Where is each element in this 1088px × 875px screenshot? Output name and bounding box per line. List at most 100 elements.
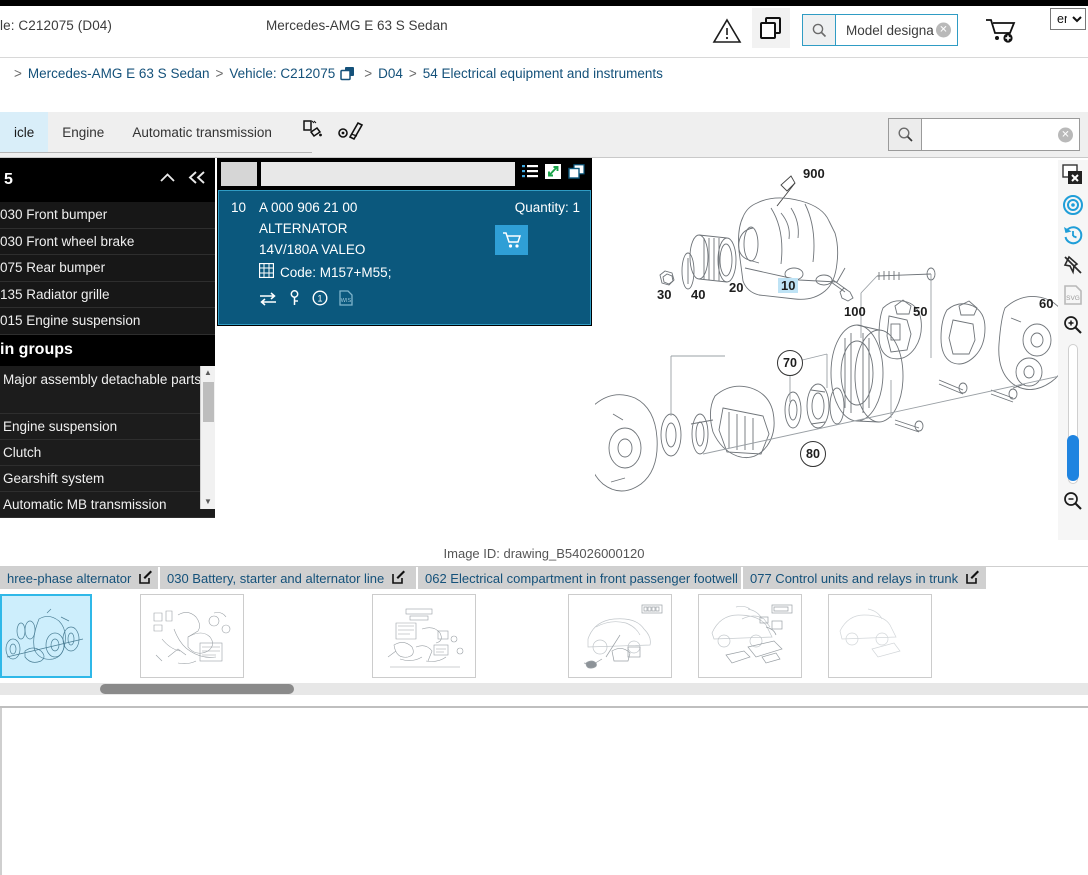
zoom-slider-knob[interactable] xyxy=(1067,435,1079,481)
sidebar-group-0[interactable]: Major assembly detachable parts xyxy=(0,365,215,414)
sidebar-group-1[interactable]: Engine suspension xyxy=(0,413,215,440)
sidebar-group-2[interactable]: Clutch xyxy=(0,439,215,466)
scrollbar-thumb[interactable] xyxy=(203,381,214,422)
model-search-box[interactable]: ✕ xyxy=(802,14,958,46)
thumbnail-cell-0[interactable] xyxy=(0,593,92,679)
model-search-field-wrap: ✕ xyxy=(836,15,957,45)
tab-engine[interactable]: Engine xyxy=(48,112,118,152)
search-icon[interactable] xyxy=(803,15,836,45)
card-toolbar-field[interactable] xyxy=(261,162,515,186)
parts-search-field-wrap: ✕ xyxy=(922,119,1079,150)
diagram-label-60[interactable]: 60 xyxy=(1039,296,1053,311)
key-icon[interactable] xyxy=(288,290,301,311)
diagram-callout-70[interactable]: 70 xyxy=(777,350,803,376)
thumbnail-cell-3[interactable] xyxy=(555,593,685,679)
target-focus-icon[interactable] xyxy=(1060,190,1086,220)
exploded-diagram[interactable]: 900 20 30 40 100 50 60 10 70 80 xyxy=(595,158,1088,553)
list-view-icon[interactable] xyxy=(522,164,538,184)
thumbnail-scrollbar-thumb[interactable] xyxy=(100,684,294,694)
thumb-control-units-trunk-2[interactable] xyxy=(698,594,802,678)
assembly-sidebar: 5 030 Front bumper 030 Front wheel brake… xyxy=(0,158,215,518)
thumbnail-scrollbar[interactable] xyxy=(0,683,1088,695)
parts-search-box[interactable]: ✕ xyxy=(888,118,1080,151)
paint-can-icon[interactable] xyxy=(300,119,324,146)
tab-vehicle-label: icle xyxy=(14,124,35,140)
add-to-cart-button[interactable] xyxy=(495,225,528,255)
zoom-in-icon[interactable] xyxy=(1060,310,1086,340)
thumb-three-phase-alternator[interactable] xyxy=(0,594,92,678)
thumbnail-cell-5[interactable] xyxy=(815,593,945,679)
tab-automatic-transmission[interactable]: Automatic transmission xyxy=(118,112,286,152)
edit-icon[interactable] xyxy=(139,570,153,587)
breadcrumb-item-1[interactable]: Vehicle: C212075 xyxy=(229,66,335,81)
circle-one-icon[interactable]: 1 xyxy=(312,290,328,311)
zoom-out-icon[interactable] xyxy=(1060,486,1086,516)
zoom-slider[interactable] xyxy=(1067,344,1079,484)
edit-icon[interactable] xyxy=(392,570,406,587)
breadcrumb-item-0[interactable]: Mercedes-AMG E 63 S Sedan xyxy=(28,66,210,81)
card-toolbar-box[interactable] xyxy=(221,162,257,186)
cart-add-icon[interactable] xyxy=(984,16,1018,44)
scroll-up-arrow-icon[interactable]: ▲ xyxy=(201,366,215,380)
warning-triangle-icon[interactable] xyxy=(712,18,742,44)
diagram-label-30[interactable]: 30 xyxy=(657,287,671,302)
unpin-icon[interactable] xyxy=(1060,250,1086,280)
diagram-label-10-selected[interactable]: 10 xyxy=(778,278,799,293)
strip-tab-2[interactable]: 062 Electrical compartment in front pass… xyxy=(418,567,759,589)
thumb-control-units-trunk-1[interactable] xyxy=(568,594,672,678)
thumbnail-cell-4[interactable] xyxy=(685,593,815,679)
part-number: A 000 906 21 00 xyxy=(259,200,358,215)
strip-tab-3[interactable]: 077 Control units and relays in trunk xyxy=(743,567,988,589)
thumb-control-units-trunk-3[interactable] xyxy=(828,594,932,678)
diagram-drawing[interactable] xyxy=(595,158,1088,553)
diagram-label-50[interactable]: 50 xyxy=(913,304,927,319)
strip-tab-1[interactable]: 030 Battery, starter and alternator line xyxy=(160,567,418,589)
sidebar-group-4[interactable]: Automatic MB transmission xyxy=(0,491,215,518)
copy-icon[interactable] xyxy=(568,164,585,184)
search-icon[interactable] xyxy=(889,119,922,150)
scroll-down-arrow-icon[interactable]: ▼ xyxy=(201,495,215,509)
history-reset-icon[interactable] xyxy=(1060,220,1086,250)
sidebar-groups-title: in groups xyxy=(0,334,215,366)
breadcrumb: > Mercedes-AMG E 63 S Sedan > Vehicle: C… xyxy=(8,66,663,81)
thumbnail-cell-1[interactable] xyxy=(92,593,292,679)
strip-tab-0[interactable]: hree-phase alternator xyxy=(0,567,160,589)
diagram-label-40[interactable]: 40 xyxy=(691,287,705,302)
thumb-battery-starter-line[interactable] xyxy=(140,594,244,678)
thumb-electrical-compartment[interactable] xyxy=(371,594,476,678)
expand-icon[interactable] xyxy=(545,164,562,184)
exchange-arrows-icon[interactable] xyxy=(259,291,277,311)
parts-search-input[interactable] xyxy=(930,126,1079,143)
diagram-label-20[interactable]: 20 xyxy=(729,280,743,295)
language-select[interactable]: en xyxy=(1050,8,1086,30)
copy-button[interactable] xyxy=(752,8,790,48)
diagram-label-100[interactable]: 100 xyxy=(844,304,866,319)
tab-vehicle[interactable]: icle xyxy=(0,112,49,152)
sidebar-item-1[interactable]: 030 Front wheel brake xyxy=(0,229,215,255)
wis-document-icon[interactable]: WIS xyxy=(339,290,353,311)
part-code-row: Code: M157+M55; xyxy=(258,262,580,281)
chevron-up-icon[interactable] xyxy=(159,171,176,190)
breadcrumb-item-2[interactable]: D04 xyxy=(378,66,403,81)
breadcrumb-item-3[interactable]: 54 Electrical equipment and instruments xyxy=(423,66,663,81)
edit-icon[interactable] xyxy=(966,570,980,587)
clear-icon[interactable]: ✕ xyxy=(1058,127,1073,142)
sidebar-group-3[interactable]: Gearshift system xyxy=(0,465,215,492)
sidebar-header: 5 xyxy=(0,158,215,202)
sidebar-item-4[interactable]: 015 Engine suspension xyxy=(0,308,215,335)
sidebar-item-0[interactable]: 030 Front bumper xyxy=(0,202,215,229)
svg-export-icon[interactable]: SVG xyxy=(1060,280,1086,310)
copy-icon[interactable] xyxy=(340,66,356,81)
double-chevron-left-icon[interactable] xyxy=(188,170,207,190)
thumbnail-cell-2[interactable] xyxy=(292,593,555,679)
close-window-icon[interactable] xyxy=(1060,160,1086,190)
part-info[interactable]: 10 A 000 906 21 00 Quantity: 1 ALTERNATO… xyxy=(218,190,591,325)
parts-catalog-app: le: C212075 (D04) Mercedes-AMG E 63 S Se… xyxy=(0,0,1088,875)
diagram-callout-80[interactable]: 80 xyxy=(800,441,826,467)
sidebar-item-2[interactable]: 075 Rear bumper xyxy=(0,255,215,282)
clear-icon[interactable]: ✕ xyxy=(936,22,951,38)
sidebar-scrollbar[interactable]: ▲ ▼ xyxy=(200,365,215,509)
diagram-label-900[interactable]: 900 xyxy=(803,166,825,181)
sidebar-item-3[interactable]: 135 Radiator grille xyxy=(0,282,215,308)
tools-icon[interactable] xyxy=(338,119,364,146)
